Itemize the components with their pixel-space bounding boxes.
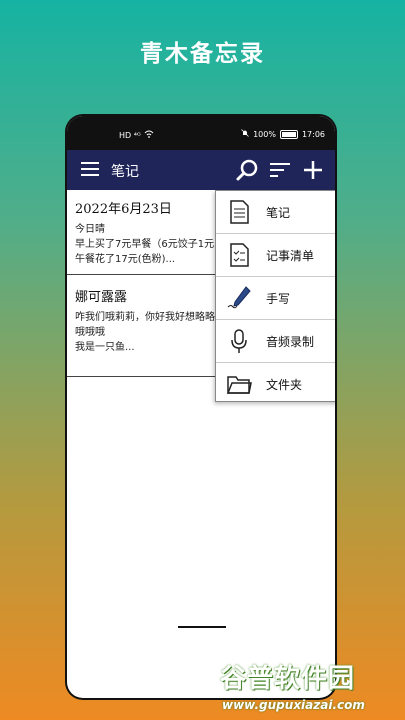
document-icon <box>230 200 249 224</box>
pen-icon <box>227 286 251 309</box>
watermark-url: www.gupuxiazai.com <box>222 698 365 712</box>
menu-item-audio[interactable]: 音频录制 <box>216 320 335 363</box>
promo-title: 青木备忘录 <box>140 41 265 67</box>
status-bar: HD ⁴ᴳ 100% 17:06 <box>67 116 335 150</box>
watermark: 谷普软件园 www.gupuxiazai.com <box>220 658 402 716</box>
menu-item-checklist[interactable]: 记事清单 <box>216 234 335 277</box>
folder-icon <box>226 376 252 394</box>
menu-item-handwriting[interactable]: 手写 <box>216 277 335 320</box>
microphone-icon <box>231 329 247 353</box>
phone-frame: HD ⁴ᴳ 100% 17:06 笔记 2022年6月23日 今日晴 早上买了7… <box>65 114 337 700</box>
note-title: 2022年6月23日 <box>75 202 172 217</box>
app-bar: 笔记 <box>67 150 335 190</box>
note-preview: 今日晴 早上买了7元早餐（6元饺子1元 午餐花了17元(色粉)... <box>75 222 215 267</box>
phone-screen: HD ⁴ᴳ 100% 17:06 笔记 2022年6月23日 今日晴 早上买了7… <box>67 116 335 698</box>
note-line: 今日晴 <box>75 224 105 235</box>
note-line: 哦哦哦 <box>75 327 105 338</box>
menu-item-label: 手写 <box>266 291 291 306</box>
new-item-menu: 笔记 记事清单 手写 音频录制 文件夹 <box>215 190 335 402</box>
watermark-logo: 谷普软件园 <box>220 664 356 694</box>
menu-item-label: 笔记 <box>266 205 291 220</box>
note-line: 我是一只鱼... <box>75 342 135 353</box>
menu-item-label: 文件夹 <box>266 377 303 392</box>
battery-icon <box>279 129 298 139</box>
clock: 17:06 <box>301 129 325 139</box>
checklist-icon <box>230 243 249 267</box>
status-left-icons: HD ⁴ᴳ <box>119 130 154 140</box>
home-indicator <box>178 626 226 628</box>
note-line: 咋我们哦莉莉，你好我好想略略 <box>75 312 215 323</box>
status-right-icons: 100% 17:06 <box>241 129 325 139</box>
menu-item-label: 音频录制 <box>266 334 315 349</box>
battery-percent: 100% <box>253 129 276 139</box>
mute-icon <box>241 129 249 139</box>
wifi-icon <box>144 130 154 140</box>
menu-item-label: 记事清单 <box>266 248 315 263</box>
note-line: 午餐花了17元(色粉)... <box>75 254 176 265</box>
note-title: 娜可露露 <box>75 290 128 305</box>
note-line: 早上买了7元早餐（6元饺子1元 <box>75 239 215 250</box>
add-icon[interactable] <box>301 158 325 182</box>
menu-item-note[interactable]: 笔记 <box>216 191 335 234</box>
hamburger-menu-icon[interactable] <box>81 162 99 176</box>
menu-item-folder[interactable]: 文件夹 <box>216 363 335 405</box>
network-icons: HD ⁴ᴳ <box>119 130 141 140</box>
note-preview: 咋我们哦莉莉，你好我好想略略 哦哦哦 我是一只鱼... <box>75 310 215 355</box>
sort-icon[interactable] <box>269 162 291 178</box>
search-icon[interactable] <box>235 158 259 182</box>
app-bar-title: 笔记 <box>111 164 139 180</box>
